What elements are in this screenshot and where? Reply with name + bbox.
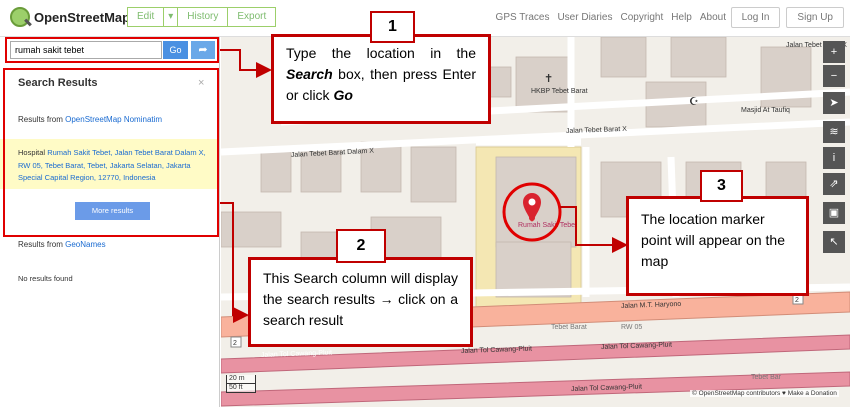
geonames-link[interactable]: GeoNames xyxy=(65,240,105,249)
route-shield-right-label: 2 xyxy=(795,297,799,304)
magnifier-logo-icon xyxy=(10,7,30,27)
scale-meters: 20 m xyxy=(226,375,256,384)
callout-step-2: This Search column will display the sear… xyxy=(248,257,473,347)
nav-help[interactable]: Help xyxy=(671,12,692,23)
callout-2-text: This Search column will display the sear… xyxy=(263,270,458,328)
callout-step-1: Type the location in the Search box, the… xyxy=(271,34,491,124)
results-source-geonames: Results from GeoNames xyxy=(18,240,106,249)
top-nav: GPS Traces User Diaries Copyright Help A… xyxy=(496,12,726,23)
signup-button[interactable]: Sign Up xyxy=(786,7,844,28)
nav-user-diaries[interactable]: User Diaries xyxy=(557,12,612,23)
info-icon[interactable]: i xyxy=(823,147,845,169)
poi-label-church: HKBP Tebet Barat xyxy=(531,88,588,95)
step-number-1: 1 xyxy=(370,11,415,43)
export-button[interactable]: Export xyxy=(228,7,277,27)
edit-button[interactable]: Edit xyxy=(127,7,165,27)
step-number-3: 3 xyxy=(700,170,743,202)
mosque-icon: ☪ xyxy=(689,96,699,108)
area-label-tebet-barat-right: Tebet Bar xyxy=(751,374,782,381)
church-icon: ✝ xyxy=(544,73,553,85)
note-icon[interactable]: ▣ xyxy=(823,202,845,224)
history-button[interactable]: History xyxy=(178,7,229,27)
step-number-2: 2 xyxy=(336,229,386,263)
edit-group: Edit ▾ History Export xyxy=(127,7,277,27)
callout-1-text-a: Type the location in the xyxy=(286,45,476,61)
callout-step-3: The location marker point will appear on… xyxy=(626,196,809,296)
nav-copyright[interactable]: Copyright xyxy=(620,12,663,23)
area-label-rw05: RW 05 xyxy=(621,324,642,331)
callout-1-text-d: Go xyxy=(333,87,353,103)
route-shield-label: 2 xyxy=(233,340,237,347)
callout-1-text-b: Search xyxy=(286,66,333,82)
scale-bar: 20 m 50 ft xyxy=(226,375,256,393)
osm-logo[interactable]: OpenStreetMap xyxy=(10,7,130,27)
zoom-in-icon[interactable]: + xyxy=(823,41,845,63)
top-header: OpenStreetMap Edit ▾ History Export GPS … xyxy=(0,0,850,37)
area-label-tebet-barat: Tebet Barat xyxy=(551,324,587,331)
nav-gps-traces[interactable]: GPS Traces xyxy=(496,12,550,23)
no-results-text: No results found xyxy=(18,274,73,283)
results-highlight-box xyxy=(3,68,219,237)
auth-buttons: Log In Sign Up xyxy=(730,7,844,28)
scale-feet: 50 ft xyxy=(226,384,256,393)
search-highlight-box xyxy=(5,37,219,63)
results-from-label-2: Results from xyxy=(18,240,66,249)
map-attribution[interactable]: © OpenStreetMap contributors ♥ Make a Do… xyxy=(690,390,839,397)
share-icon[interactable]: ⇗ xyxy=(823,173,845,195)
logo-text: OpenStreetMap xyxy=(34,9,131,25)
locate-icon[interactable]: ➤ xyxy=(823,92,845,114)
nav-about[interactable]: About xyxy=(700,12,726,23)
callout-3-text: The location marker point will appear on… xyxy=(641,211,785,269)
poi-label-mosque: Masjid At Taufiq xyxy=(741,107,790,114)
login-button[interactable]: Log In xyxy=(730,7,781,28)
poi-label-hospital: Rumah Sakit Tebet xyxy=(518,222,577,229)
query-icon[interactable]: ↖ xyxy=(823,231,845,253)
layers-icon[interactable]: ≋ xyxy=(823,121,845,143)
edit-dropdown-caret-icon[interactable]: ▾ xyxy=(164,7,179,27)
zoom-out-icon[interactable]: − xyxy=(823,65,845,87)
